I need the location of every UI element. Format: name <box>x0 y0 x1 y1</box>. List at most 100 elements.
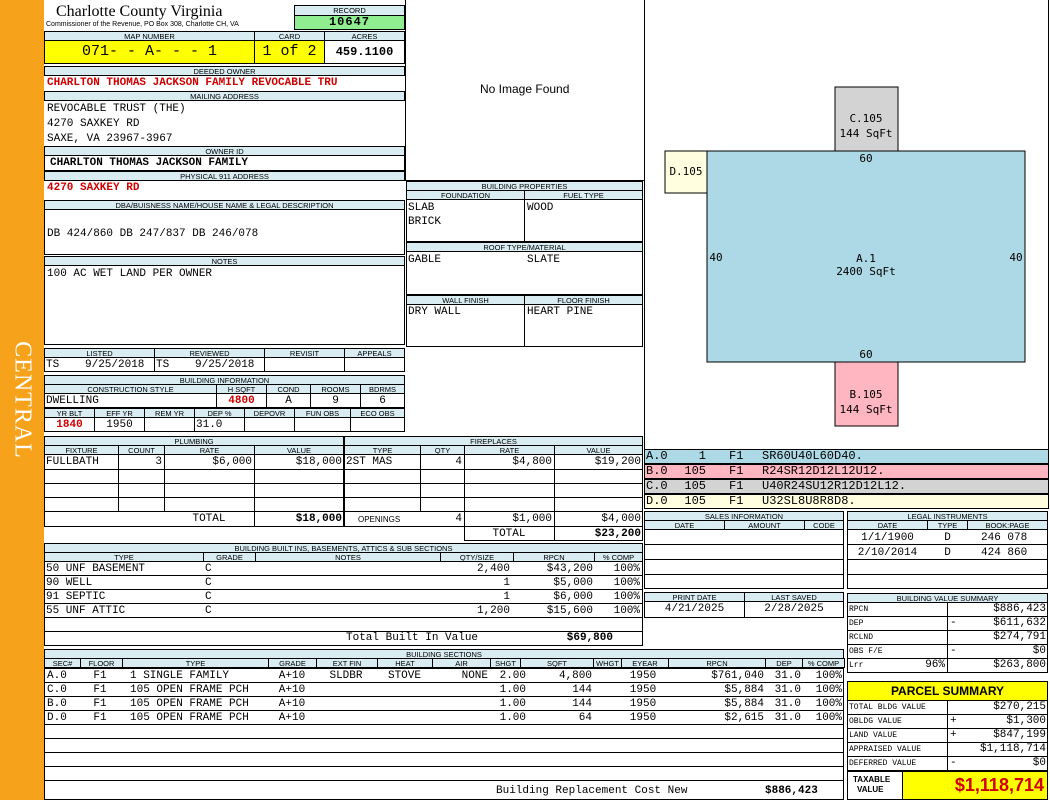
plumbing-rate: $6,000 <box>212 456 252 468</box>
legend-code: B.0 <box>646 464 668 478</box>
built-in-cell: 1 <box>503 577 510 589</box>
sketch-sqft-a: 2400 SqFt <box>836 265 896 278</box>
floor-finish: HEART PINE <box>527 306 594 318</box>
section-header: FLOOR <box>80 658 123 668</box>
section-cell: A+10 <box>278 698 306 710</box>
section-header: RPCN <box>668 658 766 668</box>
parcel-row-value: $1,300 <box>1006 715 1046 727</box>
legal-date: 1/1/1900 <box>861 532 914 544</box>
built-in-cell: C <box>205 591 212 603</box>
section-cell: $761,040 <box>711 670 764 682</box>
section-cell: A.0 <box>47 670 67 682</box>
roof-material: SLATE <box>527 254 561 266</box>
section-cell: $5,884 <box>724 698 764 710</box>
openings-qty: 4 <box>455 513 462 525</box>
section-header: SEC# <box>44 658 81 668</box>
listed-by: TS <box>46 359 60 371</box>
fireplace-value: $19,200 <box>594 456 641 468</box>
section-cell: NONE <box>461 670 488 682</box>
built-in-cell: 55 UNF ATTIC <box>46 605 126 617</box>
section-cell: 100% <box>815 712 842 724</box>
divider <box>344 497 643 498</box>
section-header: SQFT <box>520 658 594 668</box>
plumbing-total-label: TOTAL <box>192 513 226 525</box>
built-in-cell: 100% <box>613 577 640 589</box>
dba-text: DB 424/860 DB 247/837 DB 246/078 <box>47 228 259 240</box>
legal-type: D <box>944 547 951 559</box>
divider <box>344 469 643 470</box>
fireplace-qty: 4 <box>455 456 462 468</box>
roof-box <box>406 251 643 295</box>
divider <box>44 766 844 767</box>
print-date: 4/21/2025 <box>664 603 725 615</box>
legend-floor: F1 <box>729 494 744 508</box>
no-image-text: No Image Found <box>480 82 570 96</box>
section-cell: SLDBR <box>329 670 363 682</box>
openings-label: OPENINGS <box>358 515 401 524</box>
section-cell: 100% <box>815 698 842 710</box>
section-cell: 31.0 <box>774 698 801 710</box>
legend-path: U40R24SU12R12D12L12. <box>762 479 907 493</box>
legend-floor: F1 <box>729 479 744 493</box>
card-number: 1 of 2 <box>254 40 325 64</box>
section-cell: 105 OPEN FRAME PCH <box>130 712 249 724</box>
building-sketch: C.105 144 SqFt D.105 A.1 2400 SqFt B.105… <box>664 86 1026 427</box>
sketch-sqft-b: 144 SqFt <box>840 403 893 416</box>
value-row-value: $611,632 <box>993 617 1046 629</box>
value-row-label: DEP <box>849 619 864 628</box>
legend-num: 105 <box>684 494 706 508</box>
legal-bookpage: 424 860 <box>981 547 1028 559</box>
section-header: WHGT <box>593 658 622 668</box>
section-cell: 1.00 <box>499 698 526 710</box>
fireplace-rate: $4,800 <box>512 456 552 468</box>
sketch-sqft-c: 144 SqFt <box>840 127 893 140</box>
section-header: EYEAR <box>621 658 669 668</box>
replacement-cost-label: Building Replacement Cost New <box>496 785 688 797</box>
fireplace-total-label: TOTAL <box>492 528 526 540</box>
built-in-cell: 100% <box>613 591 640 603</box>
sketch-dim-left: 40 <box>709 251 722 264</box>
built-in-cell: $15,600 <box>546 605 593 617</box>
section-cell: 1 SINGLE FAMILY <box>130 670 230 682</box>
built-in-cell: C <box>205 577 212 589</box>
section-cell: 100% <box>815 670 842 682</box>
parcel-row-value: $0 <box>1032 757 1046 769</box>
built-in-cell: 100% <box>613 563 640 575</box>
section-cell: 1950 <box>629 698 657 710</box>
section-header: EXT FIN <box>316 658 378 668</box>
section-cell: 1.00 <box>499 684 526 696</box>
section-cell: A+10 <box>278 670 306 682</box>
divider <box>294 417 295 432</box>
replacement-cost: $886,423 <box>765 785 818 797</box>
parcel-row-label: TOTAL BLDG VALUE <box>849 703 926 712</box>
section-cell: F1 <box>93 698 107 710</box>
construction-style: DWELLING <box>46 395 99 407</box>
parcel-row-value: $270,215 <box>993 701 1046 713</box>
listed-date: 9/25/2018 <box>85 359 145 371</box>
section-cell: F1 <box>93 670 107 682</box>
plumbing-count: 3 <box>155 456 162 468</box>
hsqft-value: 4800 <box>228 395 255 407</box>
section-header: GRADE <box>268 658 317 668</box>
section-cell: C.0 <box>47 684 67 696</box>
divider <box>644 559 844 560</box>
map-number: 071- - A- - - 1 <box>44 40 255 64</box>
section-cell: 144 <box>572 698 592 710</box>
parcel-row-label: OBLDG VALUE <box>849 717 902 726</box>
built-in-cell: 50 UNF BASEMENT <box>46 563 146 575</box>
section-cell: B.0 <box>47 698 67 710</box>
value-row-label: RPCN <box>849 605 869 614</box>
parcel-row-value: $847,199 <box>993 729 1046 741</box>
section-cell: F1 <box>93 684 107 696</box>
plumbing-fixture: FULLBATH <box>46 456 99 468</box>
divider <box>44 469 344 470</box>
taxable-label-1: TAXABLE <box>853 775 891 784</box>
section-header: DEP <box>765 658 803 668</box>
last-saved: 2/28/2025 <box>764 603 824 615</box>
commissioner-address: Commissioner of the Revenue, PO Box 308,… <box>46 21 239 28</box>
divider <box>350 417 351 432</box>
built-in-cell: 90 WELL <box>46 577 93 589</box>
fuel-type: WOOD <box>527 202 554 214</box>
built-in-cell: $43,200 <box>546 563 593 575</box>
divider <box>847 574 1048 575</box>
